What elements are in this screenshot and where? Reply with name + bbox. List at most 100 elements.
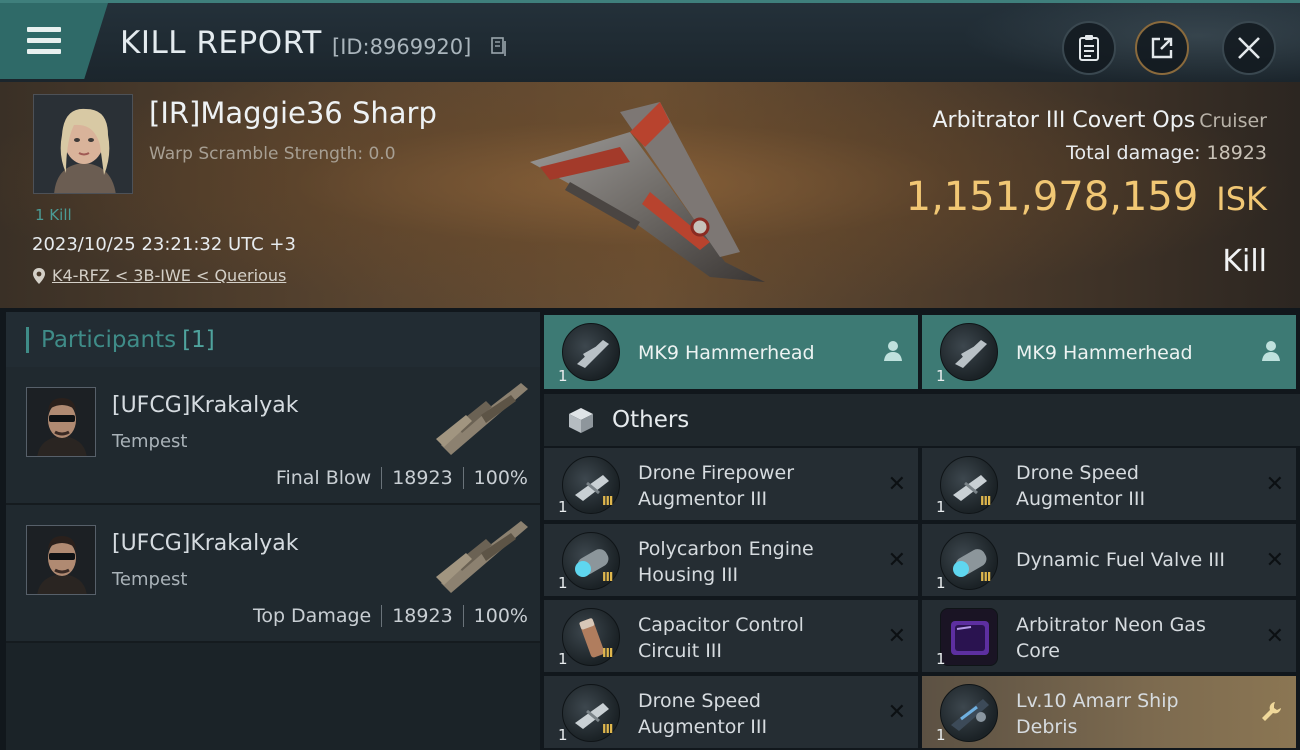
location-link[interactable]: K4-RFZ < 3B-IWE < Querious — [52, 266, 286, 285]
participant-row[interactable]: [UFCG]Krakalyak Tempest Top Damage 18923… — [6, 505, 540, 643]
item-name-line2: Circuit III — [638, 640, 723, 662]
avatar[interactable] — [26, 387, 96, 457]
module-item[interactable]: 1 III Drone Speed Augmentor III ✕ — [544, 676, 918, 748]
item-name: Drone Speed Augmentor III — [1016, 460, 1246, 512]
copy-icon[interactable] — [491, 37, 507, 57]
tier-badge: III — [602, 722, 613, 736]
total-damage-value: 18923 — [1206, 142, 1267, 164]
participants-header: Participants [1] — [6, 312, 540, 367]
kill-count: 1 Kill — [35, 206, 72, 224]
tier-badge: III — [602, 494, 613, 508]
item-quantity: 1 — [936, 650, 946, 668]
module-item[interactable]: 1 III Polycarbon Engine Housing III ✕ — [544, 524, 918, 596]
victim-portrait[interactable] — [33, 94, 133, 194]
participant-name[interactable]: [UFCG]Krakalyak — [112, 393, 298, 418]
item-name-line2: Housing III — [638, 564, 739, 586]
victim-banner: [IR]Maggie36 Sharp Warp Scramble Strengt… — [0, 82, 1300, 308]
participant-stats: Final Blow 18923 100% — [276, 467, 528, 489]
module-item[interactable]: 1 III Drone Firepower Augmentor III ✕ — [544, 448, 918, 520]
item-quantity: 1 — [936, 498, 946, 516]
item-quantity: 1 — [936, 574, 946, 592]
kill-location[interactable]: K4-RFZ < 3B-IWE < Querious — [32, 266, 286, 285]
item-name: Arbitrator Neon Gas Core — [1016, 612, 1246, 664]
tier-badge: III — [980, 494, 991, 508]
others-header: Others — [544, 394, 1300, 446]
kill-datetime: 2023/10/25 23:21:32 UTC +3 — [32, 234, 296, 255]
isk-amount: 1,151,978,159 — [905, 174, 1199, 220]
header-accent-bar — [26, 326, 29, 353]
participant-percent: 100% — [473, 467, 528, 489]
item-name-line1: Drone Firepower — [638, 462, 795, 484]
module-item[interactable]: 1 III Drone Speed Augmentor III ✕ — [922, 448, 1296, 520]
participant-role: Final Blow — [275, 467, 372, 489]
destroyed-icon: ✕ — [1265, 548, 1284, 573]
drone-item[interactable]: 1 MK9 Hammerhead — [544, 315, 918, 389]
participant-role: Top Damage — [252, 605, 372, 627]
item-quantity: 1 — [936, 367, 946, 385]
total-damage-label: Total damage: — [1066, 142, 1201, 164]
participant-ship-image — [436, 383, 528, 455]
participant-ship: Tempest — [112, 431, 188, 452]
item-quantity: 1 — [558, 726, 568, 744]
module-item[interactable]: 1 III Dynamic Fuel Valve III ✕ — [922, 524, 1296, 596]
victim-ship-name[interactable]: Arbitrator III Covert Ops Cruiser — [932, 108, 1267, 133]
pilot-icon — [1262, 341, 1280, 361]
item-name-line1: Dynamic Fuel Valve III — [1016, 549, 1225, 571]
destroyed-icon: ✕ — [887, 548, 906, 573]
tier-badge: III — [602, 646, 613, 660]
participant-stats: Top Damage 18923 100% — [253, 605, 528, 627]
avatar[interactable] — [26, 525, 96, 595]
participant-row[interactable]: [UFCG]Krakalyak Tempest Final Blow 18923… — [6, 367, 540, 505]
kill-type: Kill — [1222, 244, 1267, 279]
share-button[interactable] — [1135, 21, 1189, 75]
pilot-icon — [884, 341, 902, 361]
participant-ship: Tempest — [112, 569, 188, 590]
item-name-line1: Arbitrator Neon Gas — [1016, 614, 1206, 636]
stat-divider — [381, 467, 383, 489]
header: KILL REPORT [ID:8969920] — [0, 0, 1300, 85]
tier-badge: III — [602, 570, 613, 584]
module-item[interactable]: 1 III Capacitor Control Circuit III ✕ — [544, 600, 918, 672]
item-name: Capacitor Control Circuit III — [638, 612, 868, 664]
tier-badge: III — [980, 570, 991, 584]
item-name-line1: Capacitor Control — [638, 614, 804, 636]
ship-class: Cruiser — [1199, 110, 1267, 132]
stat-divider — [462, 467, 464, 489]
item-quantity: 1 — [558, 498, 568, 516]
close-icon — [1238, 37, 1260, 59]
destroyed-icon: ✕ — [887, 624, 906, 649]
item-name: Drone Firepower Augmentor III — [638, 460, 868, 512]
cube-icon — [569, 408, 593, 433]
participants-label: Participants — [41, 326, 177, 353]
item-name: Polycarbon Engine Housing III — [638, 536, 868, 588]
ship-debris-icon — [940, 684, 998, 742]
module-item[interactable]: 1 Arbitrator Neon Gas Core ✕ — [922, 600, 1296, 672]
drone-item[interactable]: 1 MK9 Hammerhead — [922, 315, 1296, 389]
stat-divider — [462, 605, 464, 627]
menu-button[interactable] — [0, 3, 108, 79]
ship-name-text: Arbitrator III Covert Ops — [932, 108, 1196, 133]
total-damage: Total damage: 18923 — [1066, 142, 1267, 164]
participant-name[interactable]: [UFCG]Krakalyak — [112, 531, 298, 556]
participant-ship-image — [436, 521, 528, 593]
close-button[interactable] — [1222, 21, 1276, 75]
debris-item[interactable]: 1 Lv.10 Amarr Ship Debris — [922, 676, 1296, 748]
item-name: MK9 Hammerhead — [638, 342, 815, 364]
isk-unit: ISK — [1216, 180, 1267, 218]
isk-value: 1,151,978,159 ISK — [906, 174, 1267, 220]
item-name: Drone Speed Augmentor III — [638, 688, 868, 740]
clipboard-button[interactable] — [1062, 21, 1116, 75]
victim-name[interactable]: [IR]Maggie36 Sharp — [149, 96, 437, 130]
item-name-line1: Drone Speed — [1016, 462, 1139, 484]
wrench-icon — [1262, 702, 1281, 721]
report-id: [ID:8969920] — [332, 35, 472, 59]
item-quantity: 1 — [558, 367, 568, 385]
item-name-line2: Augmentor III — [638, 488, 768, 510]
warp-scramble-strength: Warp Scramble Strength: 0.0 — [149, 144, 396, 164]
participant-damage: 18923 — [392, 605, 453, 627]
item-name-line1: Drone Speed — [638, 690, 761, 712]
destroyed-icon: ✕ — [1265, 472, 1284, 497]
item-name: MK9 Hammerhead — [1016, 342, 1193, 364]
item-name-line1: Lv.10 Amarr Ship — [1016, 690, 1179, 712]
victim-avatar-image — [34, 95, 132, 193]
